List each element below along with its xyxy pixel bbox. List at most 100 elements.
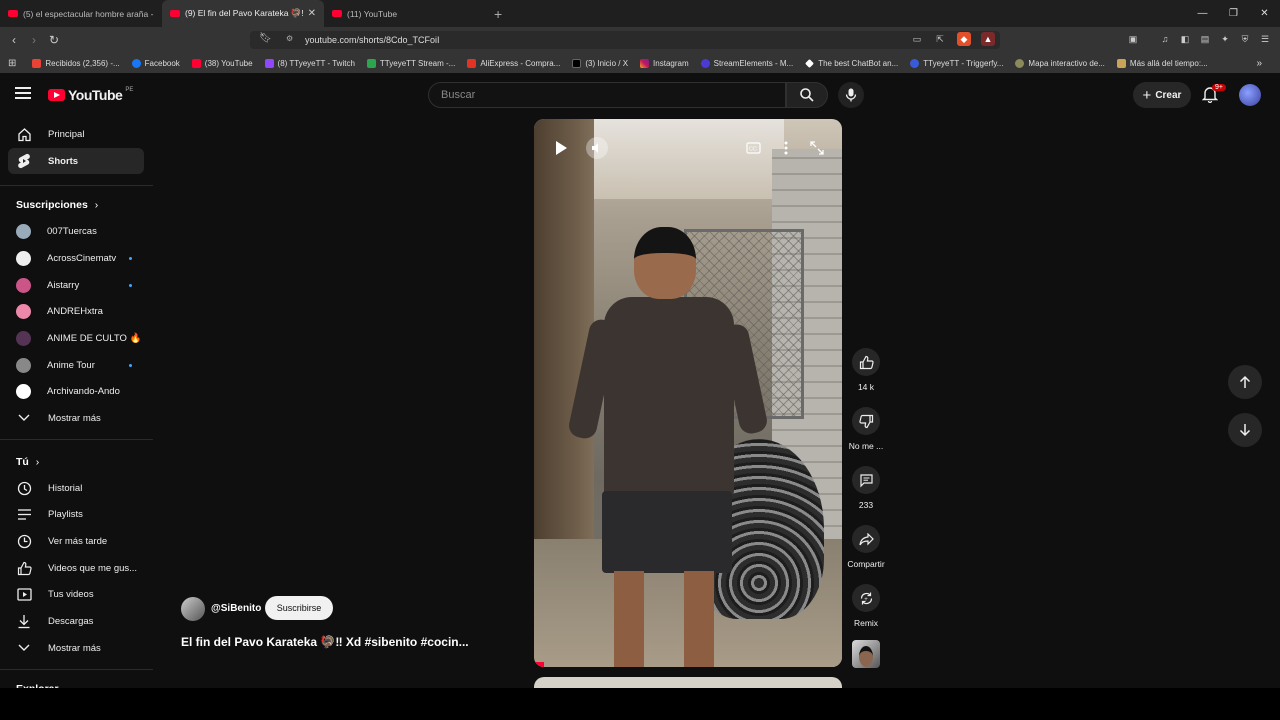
you-heading[interactable]: Tú ›: [16, 456, 39, 468]
url-text[interactable]: youtube.com/shorts/8Cdo_TCFoiI: [305, 35, 440, 45]
sound-source-thumbnail[interactable]: [852, 640, 880, 668]
close-tab-icon[interactable]: ✕: [308, 8, 316, 19]
account-avatar[interactable]: [1239, 84, 1261, 106]
remix-button[interactable]: +: [852, 584, 880, 612]
apps-grid-icon[interactable]: ⊞: [8, 58, 16, 69]
new-tab-icon[interactable]: +: [494, 6, 502, 22]
music-icon[interactable]: ♫: [1158, 32, 1172, 46]
vpn-icon[interactable]: ⛨: [1238, 32, 1252, 46]
chevron-right-icon: ›: [35, 456, 40, 468]
comments-button[interactable]: [852, 466, 880, 494]
channel-avatar: [16, 383, 31, 399]
share-button[interactable]: [852, 525, 880, 553]
plus-icon: +: [1142, 86, 1152, 104]
channel-handle[interactable]: @SiBenito: [211, 603, 261, 614]
subscription-007tuercas[interactable]: 007Tuercas: [8, 218, 144, 244]
instagram-icon: [640, 58, 650, 68]
channel-avatar[interactable]: [181, 597, 205, 621]
volume-button[interactable]: [586, 137, 608, 159]
progress-bar[interactable]: [534, 662, 544, 667]
menu-icon[interactable]: ☰: [1258, 32, 1272, 46]
search-button[interactable]: [786, 82, 828, 108]
bookmark-gmail[interactable]: Recibidos (2,356) -...: [26, 58, 125, 68]
minimize-icon[interactable]: —: [1187, 0, 1218, 27]
sidebar-item-tus-videos[interactable]: Tus videos: [8, 581, 144, 607]
show-more-you[interactable]: Mostrar más: [8, 635, 144, 661]
sidebar-item-liked-videos[interactable]: Videos que me gus...: [8, 555, 144, 581]
site-info-icon[interactable]: ⚙: [286, 34, 293, 43]
sidebar-item-playlists[interactable]: Playlists: [8, 501, 144, 527]
search-icon: [800, 88, 814, 102]
search-input[interactable]: [429, 83, 785, 107]
next-short-button[interactable]: [1228, 413, 1262, 447]
sidebar-item-label: Principal: [48, 128, 85, 140]
captions-icon: CC: [745, 142, 761, 154]
leo-ai-icon[interactable]: ✦: [1218, 32, 1232, 46]
share-page-icon[interactable]: ⇱: [933, 32, 947, 46]
create-button[interactable]: + Crear: [1133, 82, 1191, 108]
subscription-aistarry[interactable]: Aistarry: [8, 272, 144, 298]
svg-text:CC: CC: [749, 147, 757, 153]
bookmark-twitch[interactable]: (8) TTyeyeTT - Twitch: [259, 58, 361, 68]
show-more-subscriptions[interactable]: Mostrar más: [8, 405, 144, 431]
like-button[interactable]: [852, 348, 880, 376]
sidebar-item-ver-mas-tarde[interactable]: Ver más tarde: [8, 528, 144, 554]
subscription-acrosscinematv[interactable]: AcrossCinematv: [8, 245, 144, 271]
bookmark-mapa[interactable]: Mapa interactivo de...: [1009, 58, 1110, 68]
brave-rewards-icon[interactable]: ▲: [981, 32, 995, 46]
browser-tab-2-active[interactable]: (9) El fin del Pavo Karateka 🦃‼ X ✕: [162, 0, 324, 27]
bookmark-aliexpress[interactable]: AliExpress - Compra...: [461, 58, 566, 68]
thumbs-down-icon: [858, 414, 873, 428]
playlists-icon: [16, 506, 32, 522]
maximize-icon[interactable]: ❐: [1218, 0, 1249, 27]
play-button[interactable]: [550, 137, 572, 159]
bookmark-instagram[interactable]: Instagram: [634, 58, 695, 68]
browser-tab-3[interactable]: (11) YouTube: [324, 0, 486, 27]
subscription-anime-tour[interactable]: Anime Tour: [8, 352, 144, 378]
channel-name: Archivando-Ando: [47, 385, 120, 397]
short-video-player[interactable]: CC: [534, 119, 842, 667]
sidebar-panel-icon[interactable]: ▣: [1126, 32, 1140, 46]
subscriptions-heading[interactable]: Suscripciones ›: [16, 199, 98, 211]
sidebar-item-principal[interactable]: Principal: [8, 121, 144, 147]
fullscreen-button[interactable]: [806, 137, 828, 159]
wallet-icon[interactable]: ▤: [1198, 32, 1212, 46]
subscription-anime-de-culto[interactable]: ANIME DE CULTO 🔥: [8, 325, 144, 351]
bookmark-streamelements[interactable]: StreamElements - M...: [695, 58, 800, 68]
previous-short-button[interactable]: [1228, 365, 1262, 399]
reload-icon[interactable]: ↻: [44, 33, 64, 47]
video-frame-person-shorts: [602, 491, 732, 573]
voice-search-button[interactable]: [838, 82, 864, 108]
subscription-archivando-ando[interactable]: Archivando-Ando: [8, 378, 144, 404]
bookmark-x[interactable]: (3) Inicio / X: [566, 58, 634, 68]
bookmark-chatbot[interactable]: The best ChatBot an...: [799, 59, 904, 68]
short-title[interactable]: El fin del Pavo Karateka 🦃‼ Xd #sibenito…: [181, 635, 469, 649]
subscribe-button[interactable]: Suscribirse: [265, 596, 333, 620]
sidebar-item-historial[interactable]: Historial: [8, 475, 144, 501]
hamburger-menu-icon[interactable]: [15, 87, 31, 99]
dislike-button[interactable]: [852, 407, 880, 435]
cast-icon[interactable]: ▭: [910, 32, 924, 46]
close-window-icon[interactable]: ✕: [1249, 0, 1280, 27]
sidebar-item-shorts[interactable]: Shorts: [8, 148, 144, 174]
bookmark-mas-alla[interactable]: Más allá del tiempo:...: [1111, 58, 1214, 68]
browser-tab-bar: (5) el espectacular hombre araña - Yo (9…: [0, 0, 1280, 27]
browser-tab-1[interactable]: (5) el espectacular hombre araña - Yo: [0, 0, 162, 27]
bookmark-facebook[interactable]: Facebook: [126, 58, 186, 68]
sidebar-item-descargas[interactable]: Descargas: [8, 608, 144, 634]
youtube-logo[interactable]: YouTube PE: [48, 87, 133, 103]
youtube-favicon-icon: [170, 10, 180, 17]
bookmark-icon[interactable]: 🔖︎: [259, 33, 272, 44]
more-bookmarks-icon[interactable]: »: [1256, 58, 1262, 69]
brave-shield-icon[interactable]: ◆: [957, 32, 971, 46]
bookmark-youtube[interactable]: (38) YouTube: [186, 58, 259, 68]
forward-icon[interactable]: ›: [24, 33, 44, 47]
captions-button[interactable]: CC: [742, 137, 764, 159]
bookmark-triggerfy[interactable]: TTyeyeTT - Triggerfy...: [904, 58, 1009, 68]
arrow-up-icon: [1239, 375, 1251, 388]
bookmark-stream[interactable]: TTyeyeTT Stream -...: [361, 58, 461, 68]
subscription-andrehxtra[interactable]: ANDREHxtra: [8, 298, 144, 324]
more-options-button[interactable]: [775, 137, 797, 159]
split-view-icon[interactable]: ◧: [1178, 32, 1192, 46]
back-icon[interactable]: ‹: [4, 33, 24, 47]
